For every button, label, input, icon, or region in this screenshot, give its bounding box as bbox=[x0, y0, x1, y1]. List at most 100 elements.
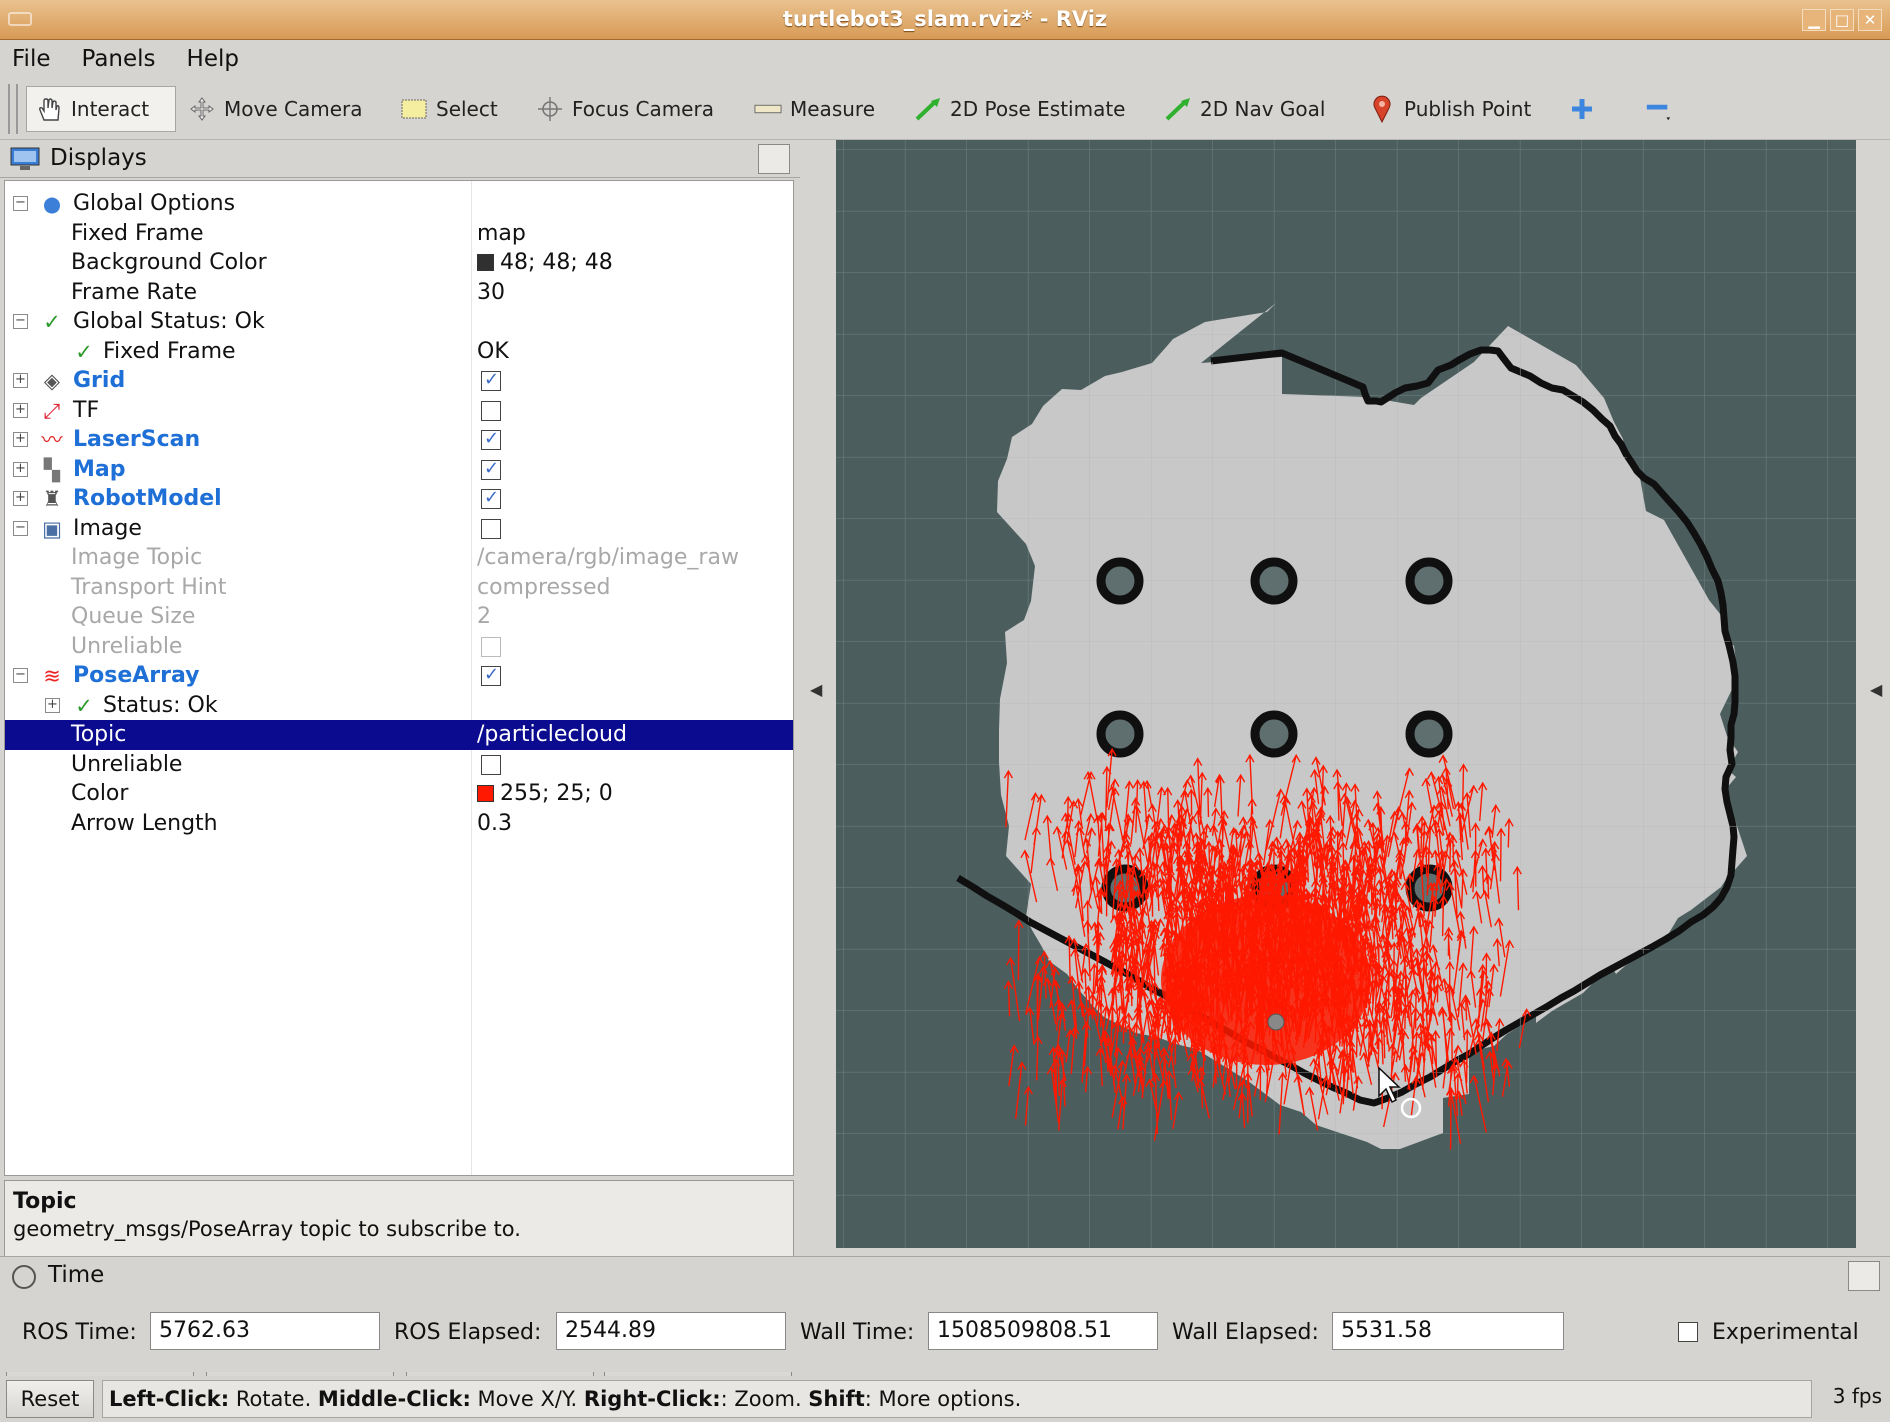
tree-row-value[interactable]: compressed bbox=[477, 575, 610, 600]
collapse-left-icon[interactable]: ◀ bbox=[810, 680, 822, 699]
toolbar-grip[interactable] bbox=[8, 84, 18, 134]
tree-row-fixed-frame[interactable]: Fixed Frame map bbox=[5, 219, 793, 249]
property-value[interactable]: /camera/rgb/image_raw bbox=[477, 545, 739, 570]
close-icon[interactable]: ✕ bbox=[1858, 9, 1882, 31]
tool-focus-camera[interactable]: Focus Camera bbox=[528, 86, 722, 132]
pillar-obstacle bbox=[1250, 557, 1298, 605]
tree-row-arrow-length[interactable]: Arrow Length 0.3 bbox=[5, 809, 793, 839]
tree-row-status-ok[interactable]: + ✓ Status: Ok bbox=[5, 691, 793, 721]
tree-row-map[interactable]: + ▚ Map bbox=[5, 455, 793, 485]
property-value[interactable]: OK bbox=[477, 339, 509, 364]
enable-checkbox[interactable] bbox=[481, 636, 501, 657]
tree-row-label: TF bbox=[73, 397, 100, 423]
enable-checkbox[interactable] bbox=[481, 369, 501, 391]
tree-row-value[interactable]: 255; 25; 0 bbox=[500, 781, 613, 806]
tree-row-posearray[interactable]: − ≋ PoseArray bbox=[5, 661, 793, 691]
property-value[interactable]: compressed bbox=[477, 575, 610, 600]
property-value[interactable]: 255; 25; 0 bbox=[477, 781, 613, 806]
property-value[interactable]: 48; 48; 48 bbox=[477, 250, 613, 275]
tool-move-camera[interactable]: Move Camera bbox=[180, 86, 370, 132]
minimize-icon[interactable]: ▁ bbox=[1802, 9, 1826, 31]
tree-row-unreliable[interactable]: Unreliable bbox=[5, 750, 793, 780]
float-panel-button[interactable] bbox=[758, 144, 790, 174]
displays-panel: Displays − ● Global Options Fixed Frame map B… bbox=[0, 140, 800, 1380]
color-swatch[interactable] bbox=[477, 785, 494, 802]
expand-icon[interactable]: + bbox=[13, 461, 28, 477]
add-tool-button[interactable] bbox=[1560, 86, 1604, 132]
expand-icon[interactable]: + bbox=[13, 373, 28, 388]
collapse-icon[interactable]: − bbox=[13, 520, 28, 536]
wall-elapsed-field[interactable]: 5531.58 bbox=[1332, 1312, 1564, 1350]
property-value[interactable]: /particlecloud bbox=[477, 722, 627, 747]
tool-select[interactable]: Select bbox=[392, 86, 506, 132]
menu-file[interactable]: File bbox=[0, 40, 63, 72]
property-value[interactable]: 30 bbox=[477, 280, 505, 305]
tree-row-laserscan[interactable]: + 〰 LaserScan bbox=[5, 425, 793, 455]
tree-row-value[interactable]: map bbox=[477, 221, 526, 246]
tree-row-global-status-ok[interactable]: − ✓ Global Status: Ok bbox=[5, 307, 793, 337]
tree-row-value[interactable]: /camera/rgb/image_raw bbox=[477, 545, 739, 570]
tree-row-background-color[interactable]: Background Color 48; 48; 48 bbox=[5, 248, 793, 278]
tree-row-value[interactable]: /particlecloud bbox=[477, 722, 627, 747]
enable-checkbox[interactable] bbox=[481, 400, 501, 421]
enable-checkbox[interactable] bbox=[481, 754, 501, 775]
left-splitter[interactable]: ◀ bbox=[804, 140, 834, 1252]
menu-help[interactable]: Help bbox=[175, 40, 251, 72]
tree-row-value[interactable]: 30 bbox=[477, 280, 505, 305]
property-value[interactable]: map bbox=[477, 221, 526, 246]
tree-row-grid[interactable]: + ◈ Grid bbox=[5, 366, 793, 396]
property-value[interactable]: 0.3 bbox=[477, 811, 512, 836]
reset-button[interactable]: Reset bbox=[6, 1380, 94, 1418]
collapse-icon[interactable]: − bbox=[13, 196, 28, 211]
tree-row-image-topic[interactable]: Image Topic/camera/rgb/image_raw bbox=[5, 543, 793, 573]
tool-interact[interactable]: Interact bbox=[26, 86, 176, 132]
tree-row-label: Status: Ok bbox=[103, 692, 218, 718]
tree-row-fixed-frame[interactable]: ✓ Fixed Frame OK bbox=[5, 337, 793, 367]
tree-row-robotmodel[interactable]: + ♜ RobotModel bbox=[5, 484, 793, 514]
collapse-icon[interactable]: − bbox=[13, 668, 28, 683]
tree-row-value[interactable]: OK bbox=[477, 339, 509, 364]
tree-row-value[interactable]: 0.3 bbox=[477, 811, 512, 836]
laser-icon: 〰 bbox=[41, 428, 63, 452]
tool-measure[interactable]: Measure bbox=[746, 86, 883, 132]
maximize-icon[interactable]: □ bbox=[1830, 9, 1854, 31]
tree-row-queue-size[interactable]: Queue Size 2 bbox=[5, 602, 793, 632]
ros-time-field[interactable]: 5762.63 bbox=[150, 1312, 380, 1350]
tree-row-topic[interactable]: Topic/particlecloud bbox=[5, 720, 793, 750]
tree-row-transport-hint[interactable]: Transport Hint compressed bbox=[5, 573, 793, 603]
remove-tool-button[interactable] bbox=[1636, 86, 1680, 132]
enable-checkbox[interactable] bbox=[481, 487, 501, 509]
menu-panels[interactable]: Panels bbox=[70, 40, 168, 72]
tree-row-color[interactable]: Color 255; 25; 0 bbox=[5, 779, 793, 809]
enable-checkbox[interactable] bbox=[481, 458, 501, 480]
tool-publish-point[interactable]: Publish Point bbox=[1360, 86, 1539, 132]
tree-row-global-options[interactable]: − ● Global Options bbox=[5, 189, 793, 219]
tree-row-image[interactable]: − ▣ Image bbox=[5, 514, 793, 544]
expand-icon[interactable]: + bbox=[45, 697, 60, 713]
tree-row-unreliable[interactable]: Unreliable bbox=[5, 632, 793, 662]
tool-2d-nav-goal[interactable]: 2D Nav Goal bbox=[1156, 86, 1333, 132]
expand-icon[interactable]: + bbox=[13, 432, 28, 447]
tree-row-value[interactable]: 2 bbox=[477, 604, 491, 629]
color-swatch[interactable] bbox=[477, 254, 494, 271]
right-splitter[interactable]: ◀ bbox=[1858, 140, 1890, 1252]
tree-row-frame-rate[interactable]: Frame Rate 30 bbox=[5, 278, 793, 308]
experimental-checkbox[interactable] bbox=[1678, 1322, 1698, 1342]
expand-icon[interactable]: + bbox=[13, 402, 28, 418]
hand-icon bbox=[35, 95, 63, 123]
wall-time-field[interactable]: 1508509808.51 bbox=[928, 1312, 1158, 1350]
float-time-panel-button[interactable] bbox=[1848, 1261, 1880, 1291]
enable-checkbox[interactable] bbox=[481, 518, 501, 539]
displays-tree[interactable]: − ● Global Options Fixed Frame map Background… bbox=[4, 180, 794, 1176]
collapse-right-icon[interactable]: ◀ bbox=[1870, 680, 1882, 699]
tree-row-value[interactable]: 48; 48; 48 bbox=[500, 250, 613, 275]
enable-checkbox[interactable] bbox=[481, 664, 501, 686]
property-value[interactable]: 2 bbox=[477, 604, 491, 629]
collapse-icon[interactable]: − bbox=[13, 314, 28, 329]
expand-icon[interactable]: + bbox=[13, 491, 28, 506]
render-viewport[interactable] bbox=[836, 140, 1856, 1248]
enable-checkbox[interactable] bbox=[481, 428, 501, 450]
ros-elapsed-field[interactable]: 2544.89 bbox=[556, 1312, 786, 1350]
tree-row-tf[interactable]: + ⤢ TF bbox=[5, 396, 793, 426]
tool-2d-pose-estimate[interactable]: 2D Pose Estimate bbox=[906, 86, 1134, 132]
